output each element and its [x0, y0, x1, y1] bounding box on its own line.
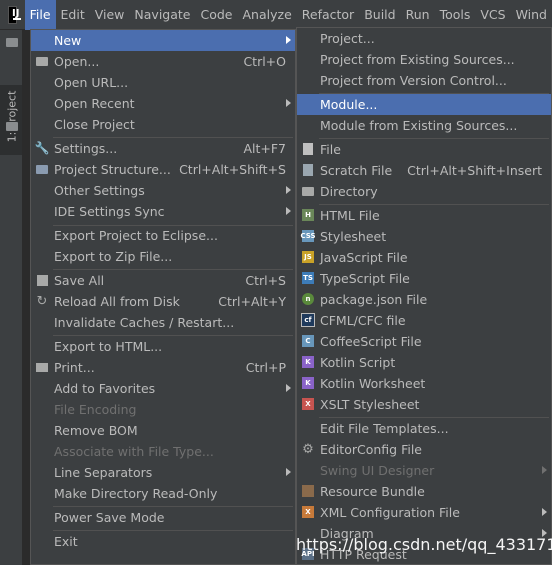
menu-run[interactable]: Run	[401, 0, 435, 30]
menu-file[interactable]: File	[24, 0, 56, 30]
project-tool-label: 1: Project	[5, 90, 19, 143]
folder-icon	[6, 122, 18, 131]
menu-item-edit-templates[interactable]: Edit File Templates...	[297, 418, 551, 439]
submenu-arrow-icon	[286, 186, 291, 194]
menu-item-print[interactable]: Print... Ctrl+P	[31, 357, 295, 378]
menu-item-line-separators[interactable]: Line Separators	[31, 462, 295, 483]
menu-edit[interactable]: Edit	[56, 0, 90, 30]
menu-item-close-project[interactable]: Close Project	[31, 114, 295, 135]
submenu-arrow-icon	[286, 36, 291, 44]
gear-icon: ⚙	[302, 441, 314, 457]
editor-background	[22, 30, 30, 565]
left-tool-strip: 1: Project	[0, 30, 23, 565]
ts-file-icon: TS	[301, 271, 315, 285]
menu-item-package-json[interactable]: n package.json File	[297, 289, 551, 310]
menu-item-editorconfig[interactable]: ⚙ EditorConfig File	[297, 439, 551, 460]
menu-view[interactable]: View	[90, 0, 130, 30]
menu-item-scratch-file[interactable]: Scratch File Ctrl+Alt+Shift+Insert	[297, 160, 551, 181]
kotlin-worksheet-icon: K	[301, 376, 315, 390]
menu-item-xml-config[interactable]: X XML Configuration File	[297, 502, 551, 523]
printer-icon	[35, 360, 49, 374]
menu-item-open-recent[interactable]: Open Recent	[31, 93, 295, 114]
submenu-arrow-icon	[286, 468, 291, 476]
folder-icon	[301, 184, 315, 198]
menu-item-xslt-stylesheet[interactable]: X XSLT Stylesheet	[297, 394, 551, 415]
menu-item-directory[interactable]: Directory	[297, 181, 551, 202]
menu-window[interactable]: Wind	[511, 0, 552, 30]
css-file-icon: CSS	[300, 229, 316, 243]
menu-bar: IJ File Edit View Navigate Code Analyze …	[0, 0, 552, 30]
xml-file-icon: X	[301, 505, 315, 519]
menu-build[interactable]: Build	[359, 0, 400, 30]
menu-item-invalidate-caches[interactable]: Invalidate Caches / Restart...	[31, 312, 295, 333]
resource-bundle-icon	[301, 484, 315, 498]
menu-item-cfml-file[interactable]: cf CFML/CFC file	[297, 310, 551, 331]
menu-item-ide-settings-sync[interactable]: IDE Settings Sync	[31, 201, 295, 222]
menu-item-coffeescript-file[interactable]: C CoffeeScript File	[297, 331, 551, 352]
menu-item-project-vcs[interactable]: Project from Version Control...	[297, 70, 551, 91]
menu-item-module[interactable]: Module...	[297, 94, 551, 115]
menu-item-module-existing[interactable]: Module from Existing Sources...	[297, 115, 551, 136]
html-file-icon: H	[301, 208, 315, 222]
menu-item-remove-bom[interactable]: Remove BOM	[31, 420, 295, 441]
cfml-file-icon: cf	[301, 313, 315, 327]
coffeescript-icon: C	[301, 334, 315, 348]
file-icon	[301, 142, 315, 156]
menu-item-power-save[interactable]: Power Save Mode	[31, 507, 295, 528]
nodejs-icon: n	[301, 292, 315, 306]
new-submenu: Project... Project from Existing Sources…	[296, 27, 552, 565]
menu-tools[interactable]: Tools	[435, 0, 476, 30]
submenu-arrow-icon	[542, 466, 547, 474]
scratch-file-icon	[301, 163, 315, 177]
submenu-arrow-icon	[286, 99, 291, 107]
submenu-arrow-icon	[286, 207, 291, 215]
menu-item-project-existing[interactable]: Project from Existing Sources...	[297, 49, 551, 70]
menu-item-associate-file-type: Associate with File Type...	[54, 444, 214, 459]
reload-icon: ↻	[36, 293, 48, 309]
menu-item-exit[interactable]: Exit	[31, 531, 295, 552]
menu-item-export-zip[interactable]: Export to Zip File...	[31, 246, 295, 267]
submenu-arrow-icon	[286, 384, 291, 392]
menu-item-file-encoding: File Encoding	[54, 402, 137, 417]
menu-item-reload[interactable]: ↻ Reload All from Disk Ctrl+Alt+Y	[31, 291, 295, 312]
menu-item-javascript-file[interactable]: JS JavaScript File	[297, 247, 551, 268]
menu-item-new[interactable]: New	[31, 30, 295, 51]
menu-code[interactable]: Code	[195, 0, 237, 30]
menu-item-file[interactable]: File	[297, 139, 551, 160]
folder-open-icon	[35, 54, 49, 68]
menu-item-add-favorites[interactable]: Add to Favorites	[31, 378, 295, 399]
menu-item-open-url[interactable]: Open URL...	[31, 72, 295, 93]
intellij-logo-icon: IJ	[8, 5, 21, 24]
menu-item-project[interactable]: Project...	[297, 28, 551, 49]
watermark-text: https://blog.csdn.net/qq_43317133	[296, 535, 552, 554]
menu-item-make-readonly[interactable]: Make Directory Read-Only	[31, 483, 295, 504]
kotlin-icon: K	[301, 355, 315, 369]
menu-analyze[interactable]: Analyze	[238, 0, 297, 30]
menu-refactor[interactable]: Refactor	[297, 0, 359, 30]
project-structure-icon	[35, 162, 49, 176]
menu-item-html-file[interactable]: H HTML File	[297, 205, 551, 226]
menu-navigate[interactable]: Navigate	[129, 0, 195, 30]
menu-item-swing-designer: Swing UI Designer	[297, 460, 551, 481]
menu-item-export-html[interactable]: Export to HTML...	[31, 336, 295, 357]
menu-item-typescript-file[interactable]: TS TypeScript File	[297, 268, 551, 289]
js-file-icon: JS	[301, 250, 315, 264]
menu-item-save-all[interactable]: Save All Ctrl+S	[31, 270, 295, 291]
xslt-file-icon: X	[301, 397, 315, 411]
menu-item-open[interactable]: Open... Ctrl+O	[31, 51, 295, 72]
save-icon	[35, 273, 49, 287]
menu-vcs[interactable]: VCS	[475, 0, 510, 30]
folder-icon	[6, 38, 18, 47]
menu-item-settings[interactable]: 🔧 Settings... Alt+F7	[31, 138, 295, 159]
file-menu: New Open... Ctrl+O Open URL... Open Recen…	[30, 29, 296, 565]
menu-item-other-settings[interactable]: Other Settings	[31, 180, 295, 201]
menu-item-stylesheet[interactable]: CSS Stylesheet	[297, 226, 551, 247]
menu-item-kotlin-worksheet[interactable]: K Kotlin Worksheet	[297, 373, 551, 394]
menu-item-export-eclipse[interactable]: Export Project to Eclipse...	[31, 225, 295, 246]
menu-item-resource-bundle[interactable]: Resource Bundle	[297, 481, 551, 502]
menu-item-project-structure[interactable]: Project Structure... Ctrl+Alt+Shift+S	[31, 159, 295, 180]
submenu-arrow-icon	[542, 508, 547, 516]
wrench-icon: 🔧	[34, 140, 50, 155]
menu-item-kotlin-script[interactable]: K Kotlin Script	[297, 352, 551, 373]
